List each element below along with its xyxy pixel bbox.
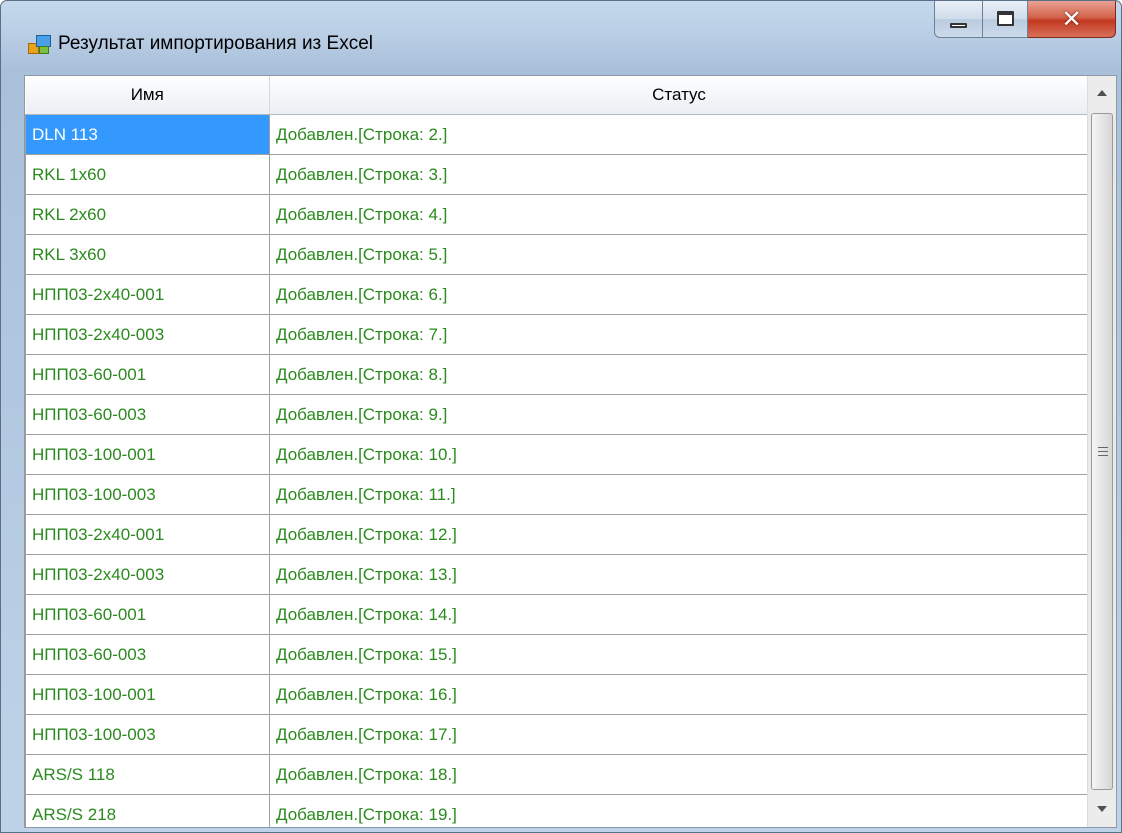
table-row[interactable]: RKL 1x60 Добавлен.[Строка: 3.]: [25, 154, 1088, 195]
cell-status[interactable]: Добавлен.[Строка: 11.]: [269, 474, 1088, 515]
cell-name[interactable]: RKL 1x60: [25, 154, 270, 195]
cell-status[interactable]: Добавлен.[Строка: 9.]: [269, 394, 1088, 435]
caption-buttons: ✕: [934, 1, 1116, 39]
cell-status[interactable]: Добавлен.[Строка: 5.]: [269, 234, 1088, 275]
scroll-down-arrow-icon: [1097, 806, 1107, 812]
cell-name[interactable]: ARS/S 218: [25, 794, 270, 827]
cell-name[interactable]: DLN 113: [25, 114, 270, 155]
close-button[interactable]: ✕: [1028, 1, 1116, 38]
cell-status[interactable]: Добавлен.[Строка: 7.]: [269, 314, 1088, 355]
cell-name[interactable]: НПП03-2x40-003: [25, 554, 270, 595]
table-row[interactable]: НПП03-2x40-001 Добавлен.[Строка: 6.]: [25, 274, 1088, 315]
cell-name[interactable]: НПП03-60-001: [25, 594, 270, 635]
column-header-status[interactable]: Статус: [269, 76, 1088, 115]
cell-name[interactable]: НПП03-60-003: [25, 634, 270, 675]
table-row[interactable]: ARS/S 118 Добавлен.[Строка: 18.]: [25, 754, 1088, 795]
import-result-window: Результат импортирования из Excel ✕ Имя …: [0, 0, 1122, 833]
cell-name[interactable]: RKL 3x60: [25, 234, 270, 275]
cell-status[interactable]: Добавлен.[Строка: 3.]: [269, 154, 1088, 195]
table-row[interactable]: НПП03-2x40-003 Добавлен.[Строка: 13.]: [25, 554, 1088, 595]
table-row[interactable]: DLN 113 Добавлен.[Строка: 2.]: [25, 114, 1088, 155]
cell-status[interactable]: Добавлен.[Строка: 12.]: [269, 514, 1088, 555]
table-row[interactable]: НПП03-2x40-003 Добавлен.[Строка: 7.]: [25, 314, 1088, 355]
header-row: Имя Статус: [25, 76, 1088, 115]
cell-status[interactable]: Добавлен.[Строка: 10.]: [269, 434, 1088, 475]
maximize-button[interactable]: [982, 1, 1028, 38]
cell-name[interactable]: НПП03-2x40-001: [25, 514, 270, 555]
cell-status[interactable]: Добавлен.[Строка: 17.]: [269, 714, 1088, 755]
cell-status[interactable]: Добавлен.[Строка: 13.]: [269, 554, 1088, 595]
results-table: Имя Статус DLN 113 Добавлен.[Строка: 2.] R…: [25, 76, 1088, 827]
scroll-up-arrow-icon: [1097, 90, 1107, 96]
cell-name[interactable]: НПП03-100-001: [25, 434, 270, 475]
table-row[interactable]: НПП03-60-003 Добавлен.[Строка: 15.]: [25, 634, 1088, 675]
cell-status[interactable]: Добавлен.[Строка: 19.]: [269, 794, 1088, 827]
grid-container: Имя Статус DLN 113 Добавлен.[Строка: 2.] R…: [24, 75, 1117, 828]
scrollbar-grip-icon: [1098, 446, 1108, 459]
cell-name[interactable]: НПП03-2x40-003: [25, 314, 270, 355]
minimize-icon: [950, 23, 967, 28]
cell-name[interactable]: НПП03-60-001: [25, 354, 270, 395]
cell-name[interactable]: ARS/S 118: [25, 754, 270, 795]
cell-name[interactable]: НПП03-100-001: [25, 674, 270, 715]
scrollbar-thumb[interactable]: [1091, 113, 1113, 790]
scroll-up-button[interactable]: [1088, 76, 1116, 112]
cell-status[interactable]: Добавлен.[Строка: 15.]: [269, 634, 1088, 675]
table-row[interactable]: НПП03-60-003 Добавлен.[Строка: 9.]: [25, 394, 1088, 435]
maximize-icon: [997, 11, 1014, 26]
grid-body: DLN 113 Добавлен.[Строка: 2.] RKL 1x60 Доба…: [25, 114, 1088, 827]
table-row[interactable]: НПП03-100-001 Добавлен.[Строка: 16.]: [25, 674, 1088, 715]
cell-status[interactable]: Добавлен.[Строка: 6.]: [269, 274, 1088, 315]
close-icon: ✕: [1061, 5, 1082, 33]
scroll-down-button[interactable]: [1088, 791, 1116, 827]
cell-status[interactable]: Добавлен.[Строка: 8.]: [269, 354, 1088, 395]
table-row[interactable]: НПП03-2x40-001 Добавлен.[Строка: 12.]: [25, 514, 1088, 555]
minimize-button[interactable]: [934, 1, 982, 38]
cell-name[interactable]: НПП03-100-003: [25, 714, 270, 755]
cell-name[interactable]: НПП03-2x40-001: [25, 274, 270, 315]
table-row[interactable]: НПП03-100-003 Добавлен.[Строка: 11.]: [25, 474, 1088, 515]
data-grid[interactable]: Имя Статус DLN 113 Добавлен.[Строка: 2.] R…: [25, 76, 1088, 827]
table-row[interactable]: НПП03-100-001 Добавлен.[Строка: 10.]: [25, 434, 1088, 475]
column-header-name[interactable]: Имя: [25, 76, 270, 115]
table-row[interactable]: НПП03-60-001 Добавлен.[Строка: 8.]: [25, 354, 1088, 395]
table-row[interactable]: НПП03-100-003 Добавлен.[Строка: 17.]: [25, 714, 1088, 755]
table-row[interactable]: ARS/S 218 Добавлен.[Строка: 19.]: [25, 794, 1088, 827]
cell-status[interactable]: Добавлен.[Строка: 18.]: [269, 754, 1088, 795]
cell-status[interactable]: Добавлен.[Строка: 4.]: [269, 194, 1088, 235]
table-row[interactable]: НПП03-60-001 Добавлен.[Строка: 14.]: [25, 594, 1088, 635]
cell-name[interactable]: НПП03-100-003: [25, 474, 270, 515]
title-bar[interactable]: Результат импортирования из Excel ✕: [1, 1, 1121, 75]
cell-status[interactable]: Добавлен.[Строка: 16.]: [269, 674, 1088, 715]
cell-status[interactable]: Добавлен.[Строка: 2.]: [269, 114, 1088, 155]
table-row[interactable]: RKL 3x60 Добавлен.[Строка: 5.]: [25, 234, 1088, 275]
table-row[interactable]: RKL 2x60 Добавлен.[Строка: 4.]: [25, 194, 1088, 235]
cell-name[interactable]: RKL 2x60: [25, 194, 270, 235]
app-window-icon[interactable]: [28, 35, 51, 54]
cell-status[interactable]: Добавлен.[Строка: 14.]: [269, 594, 1088, 635]
cell-name[interactable]: НПП03-60-003: [25, 394, 270, 435]
vertical-scrollbar[interactable]: [1087, 76, 1116, 827]
window-title: Результат импортирования из Excel: [58, 33, 374, 54]
